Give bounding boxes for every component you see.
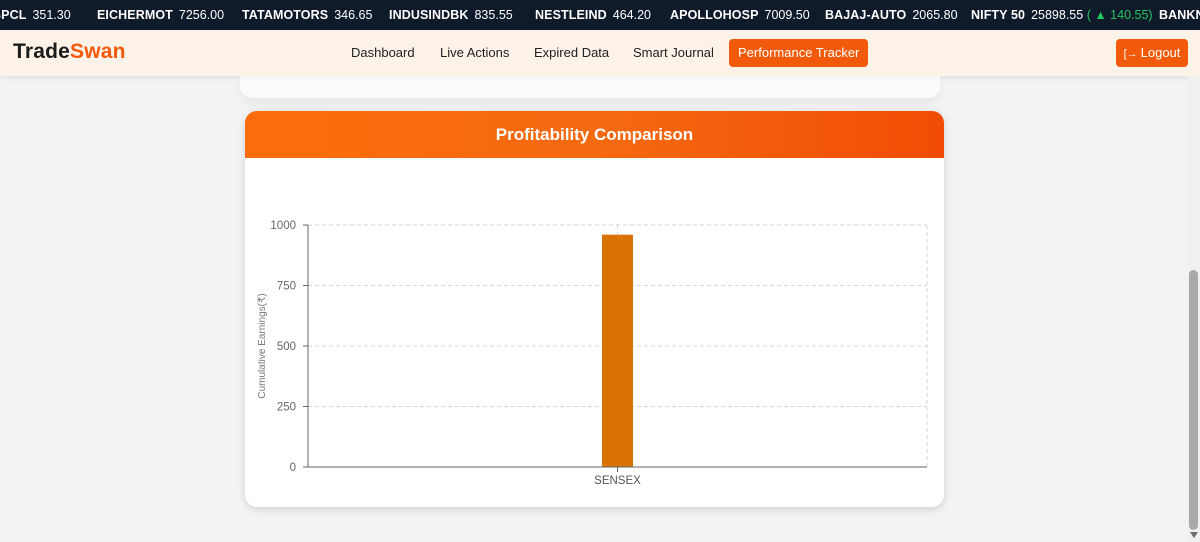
nav-live-actions[interactable]: Live Actions <box>430 39 519 67</box>
ticker-symbol: BANKNIFTY <box>1159 8 1200 22</box>
bar-sensex <box>602 234 633 467</box>
ticker-item: NESTLEIND 464.20 <box>535 0 651 30</box>
stock-ticker: BPCL 351.30 EICHERMOT 7256.00 TATAMOTORS 34… <box>0 0 1200 30</box>
ticker-symbol: NIFTY 50 <box>971 8 1026 22</box>
ticker-price: 351.30 <box>32 8 71 22</box>
ticker-change: ( ▲ 140.55) <box>1086 8 1153 22</box>
nav-expired-data[interactable]: Expired Data <box>524 39 619 67</box>
ticker-item: BAJAJ-AUTO 2065.80 <box>825 0 958 30</box>
ticker-price: 7009.50 <box>764 8 810 22</box>
ticker-price: 346.65 <box>334 8 373 22</box>
nav-performance-tracker[interactable]: Performance Tracker <box>729 39 869 67</box>
ticker-price: 464.20 <box>612 8 651 22</box>
logout-icon: [→ <box>1123 48 1138 60</box>
ticker-item: TATAMOTORS 346.65 <box>242 0 372 30</box>
y-tick-label: 750 <box>277 281 296 293</box>
ticker-item: EICHERMOT 7256.00 <box>97 0 224 30</box>
brand-name-main: Trade <box>13 40 71 63</box>
ticker-symbol: INDUSINDBK <box>389 8 469 22</box>
ticker-symbol: NESTLEIND <box>535 8 607 22</box>
ticker-price: 2065.80 <box>912 8 958 22</box>
ticker-symbol: EICHERMOT <box>97 8 173 22</box>
brand-logo[interactable]: TradeSwan <box>13 40 126 64</box>
ticker-item: APOLLOHOSP 7009.50 <box>670 0 810 30</box>
top-navbar: TradeSwan Dashboard Live Actions Expired… <box>0 30 1200 76</box>
scrollbar-thumb[interactable] <box>1189 270 1198 530</box>
ticker-symbol: BAJAJ-AUTO <box>825 8 907 22</box>
previous-card-edge <box>240 76 940 98</box>
ticker-price: 25898.55 <box>1031 8 1084 22</box>
y-tick-label: 0 <box>290 462 296 474</box>
brand-name-accent: Swan <box>70 40 126 63</box>
nav-smart-journal[interactable]: Smart Journal <box>623 39 724 67</box>
ticker-item: BANKNIFTY <box>1159 0 1200 30</box>
logout-button[interactable]: [→ Logout <box>1116 39 1188 67</box>
ticker-price: 835.55 <box>474 8 513 22</box>
profitability-chart: 0 250 500 750 1000 SENSEX Cumulative Earnings(… <box>257 220 928 487</box>
ticker-price: 7256.00 <box>178 8 225 22</box>
y-tick-label: 500 <box>277 341 296 353</box>
ticker-symbol: TATAMOTORS <box>242 8 329 22</box>
nav-dashboard[interactable]: Dashboard <box>341 39 425 67</box>
y-tick-label: 250 <box>277 402 296 414</box>
x-tick-label: SENSEX <box>594 475 641 487</box>
profitability-card: Profitability Comparison 0 250 500 750 1000 S… <box>245 111 944 507</box>
ticker-symbol: BPCL <box>0 8 27 22</box>
y-tick-label: 1000 <box>270 220 296 232</box>
y-axis-title: Cumulative Earnings(₹) <box>257 293 268 398</box>
ticker-item: BPCL 351.30 <box>0 0 71 30</box>
ticker-item: INDUSINDBK 835.55 <box>389 0 513 30</box>
ticker-symbol: APOLLOHOSP <box>670 8 759 22</box>
scroll-down-arrow-icon[interactable] <box>1190 532 1198 538</box>
logout-label: Logout <box>1140 45 1181 60</box>
ticker-item: NIFTY 50 25898.55 ( ▲ 140.55) <box>971 0 1153 30</box>
